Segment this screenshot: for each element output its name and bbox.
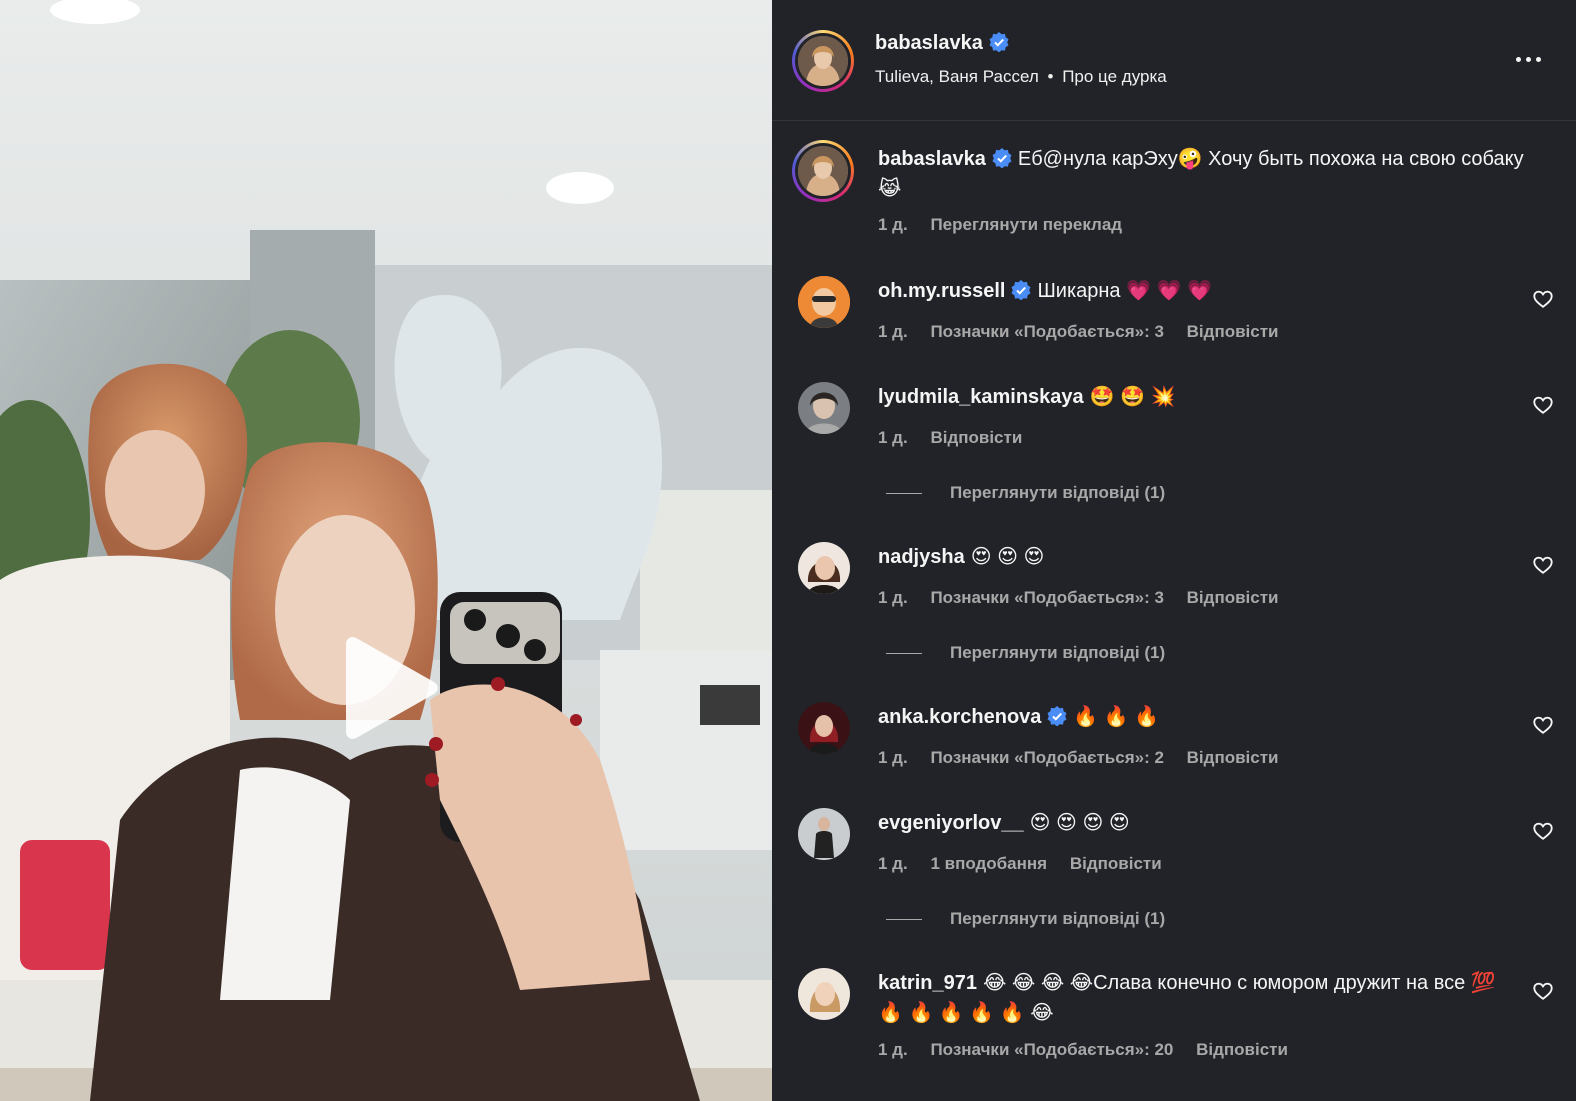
comment-body: nadjysha 😍 😍 😍 xyxy=(878,542,1518,572)
view-replies[interactable]: Переглянути відповіді (1) xyxy=(886,909,1165,929)
audio-title[interactable]: Про це дурка xyxy=(1062,67,1167,86)
avatar-photo xyxy=(798,808,850,860)
like-heart-icon[interactable] xyxy=(1532,980,1554,1002)
comment-meta: 1 д. Позначки «Подобається»: 3 Відповіст… xyxy=(878,588,1297,608)
avatar-photo xyxy=(798,276,850,328)
author-avatar[interactable] xyxy=(792,30,854,92)
comment-body: evgeniyorlov__ 😍 😍 😍 😍 xyxy=(878,808,1518,838)
replies-divider xyxy=(886,493,922,495)
comment-likes[interactable]: Позначки «Подобається»: 2 xyxy=(930,748,1163,767)
view-replies[interactable]: Переглянути відповіді (1) xyxy=(886,643,1165,663)
avatar-photo xyxy=(798,968,850,1020)
comment-time: 1 д. xyxy=(878,854,908,873)
audio-artists[interactable]: Tulieva, Ваня Рассел xyxy=(875,67,1039,86)
comment-username[interactable]: lyudmila_kaminskaya xyxy=(878,386,1084,408)
comments-panel: babaslavka Tulieva, Ваня Рассел • Про це… xyxy=(772,0,1576,1101)
reply-button[interactable]: Відповісти xyxy=(1070,854,1162,873)
replies-divider xyxy=(886,653,922,655)
like-heart-icon[interactable] xyxy=(1532,394,1554,416)
caption-avatar[interactable] xyxy=(792,140,854,202)
caption-body: babaslavka Еб@нула карЭху🤪 Хочу быть похо… xyxy=(878,144,1538,204)
comment-text: 😍 😍 😍 xyxy=(970,546,1045,568)
video-frame xyxy=(0,0,772,1101)
comment-time: 1 д. xyxy=(878,1040,908,1059)
view-replies-label[interactable]: Переглянути відповіді (1) xyxy=(950,643,1165,662)
like-heart-icon[interactable] xyxy=(1532,288,1554,310)
like-heart-icon[interactable] xyxy=(1532,714,1554,736)
comment-username[interactable]: anka.korchenova xyxy=(878,706,1041,728)
comment-avatar[interactable] xyxy=(798,968,850,1020)
comment-time: 1 д. xyxy=(878,428,908,447)
comment-text: Шикарна 💗 💗 💗 xyxy=(1037,280,1212,302)
comment-time: 1 д. xyxy=(878,588,908,607)
comment-text: 😍 😍 😍 😍 xyxy=(1029,812,1130,834)
comment-text: 🤩 🤩 💥 xyxy=(1089,386,1176,408)
view-replies-label[interactable]: Переглянути відповіді (1) xyxy=(950,909,1165,928)
avatar-photo xyxy=(798,542,850,594)
comment-likes[interactable]: Позначки «Подобається»: 20 xyxy=(930,1040,1173,1059)
comment-text: 🔥 🔥 🔥 xyxy=(1073,706,1160,728)
view-replies-label[interactable]: Переглянути відповіді (1) xyxy=(950,483,1165,502)
see-translation-link[interactable]: Переглянути переклад xyxy=(930,215,1122,234)
reply-button[interactable]: Відповісти xyxy=(1187,322,1279,341)
comment-meta: 1 д. 1 вподобання Відповісти xyxy=(878,854,1180,874)
comment-avatar[interactable] xyxy=(798,702,850,754)
avatar-photo xyxy=(798,382,850,434)
comment-meta: 1 д. Позначки «Подобається»: 2 Відповіст… xyxy=(878,748,1297,768)
comment-likes[interactable]: 1 вподобання xyxy=(930,854,1047,873)
comment-body: anka.korchenova 🔥 🔥 🔥 xyxy=(878,702,1518,732)
post-media[interactable] xyxy=(0,0,772,1101)
verified-badge-icon xyxy=(992,148,1012,168)
comment-likes[interactable]: Позначки «Подобається»: 3 xyxy=(930,322,1163,341)
comment-meta: 1 д. Відповісти xyxy=(878,428,1040,448)
separator-dot: • xyxy=(1047,67,1054,86)
comment-username[interactable]: katrin_971 xyxy=(878,972,977,994)
comment-meta: 1 д. Позначки «Подобається»: 20 Відповіс… xyxy=(878,1040,1306,1060)
caption-username[interactable]: babaslavka xyxy=(878,148,986,170)
author-username[interactable]: babaslavka xyxy=(875,32,983,54)
comment-avatar[interactable] xyxy=(798,276,850,328)
like-heart-icon[interactable] xyxy=(1532,820,1554,842)
comment-time: 1 д. xyxy=(878,322,908,341)
more-options-icon[interactable] xyxy=(1516,46,1546,72)
avatar-photo xyxy=(798,702,850,754)
replies-divider xyxy=(886,919,922,921)
reply-button[interactable]: Відповісти xyxy=(1196,1040,1288,1059)
view-replies[interactable]: Переглянути відповіді (1) xyxy=(886,483,1165,503)
like-heart-icon[interactable] xyxy=(1532,554,1554,576)
comment-body: katrin_971 😂 😂 😂 😂Слава конечно с юмором … xyxy=(878,968,1518,1028)
comment-likes[interactable]: Позначки «Подобається»: 3 xyxy=(930,588,1163,607)
caption-time: 1 д. xyxy=(878,215,908,234)
reply-button[interactable]: Відповісти xyxy=(1187,748,1279,767)
comment-username[interactable]: nadjysha xyxy=(878,546,965,568)
author-avatar-photo xyxy=(798,36,848,86)
verified-badge-icon xyxy=(1047,706,1067,726)
comment-body: oh.my.russell Шикарна 💗 💗 💗 xyxy=(878,276,1518,306)
post-header: babaslavka Tulieva, Ваня Рассел • Про це… xyxy=(772,0,1576,121)
verified-badge-icon xyxy=(989,32,1009,52)
comment-time: 1 д. xyxy=(878,748,908,767)
caption-avatar-photo xyxy=(798,146,848,196)
caption-meta: 1 д. Переглянути переклад xyxy=(878,215,1140,235)
comment-username[interactable]: evgeniyorlov__ xyxy=(878,812,1024,834)
reply-button[interactable]: Відповісти xyxy=(1187,588,1279,607)
comment-username[interactable]: oh.my.russell xyxy=(878,280,1005,302)
reply-button[interactable]: Відповісти xyxy=(930,428,1022,447)
comment-avatar[interactable] xyxy=(798,542,850,594)
comment-body: lyudmila_kaminskaya 🤩 🤩 💥 xyxy=(878,382,1518,412)
verified-badge-icon xyxy=(1011,280,1031,300)
play-icon[interactable] xyxy=(340,636,440,740)
comment-meta: 1 д. Позначки «Подобається»: 3 Відповіст… xyxy=(878,322,1297,342)
comment-avatar[interactable] xyxy=(798,808,850,860)
comment-avatar[interactable] xyxy=(798,382,850,434)
